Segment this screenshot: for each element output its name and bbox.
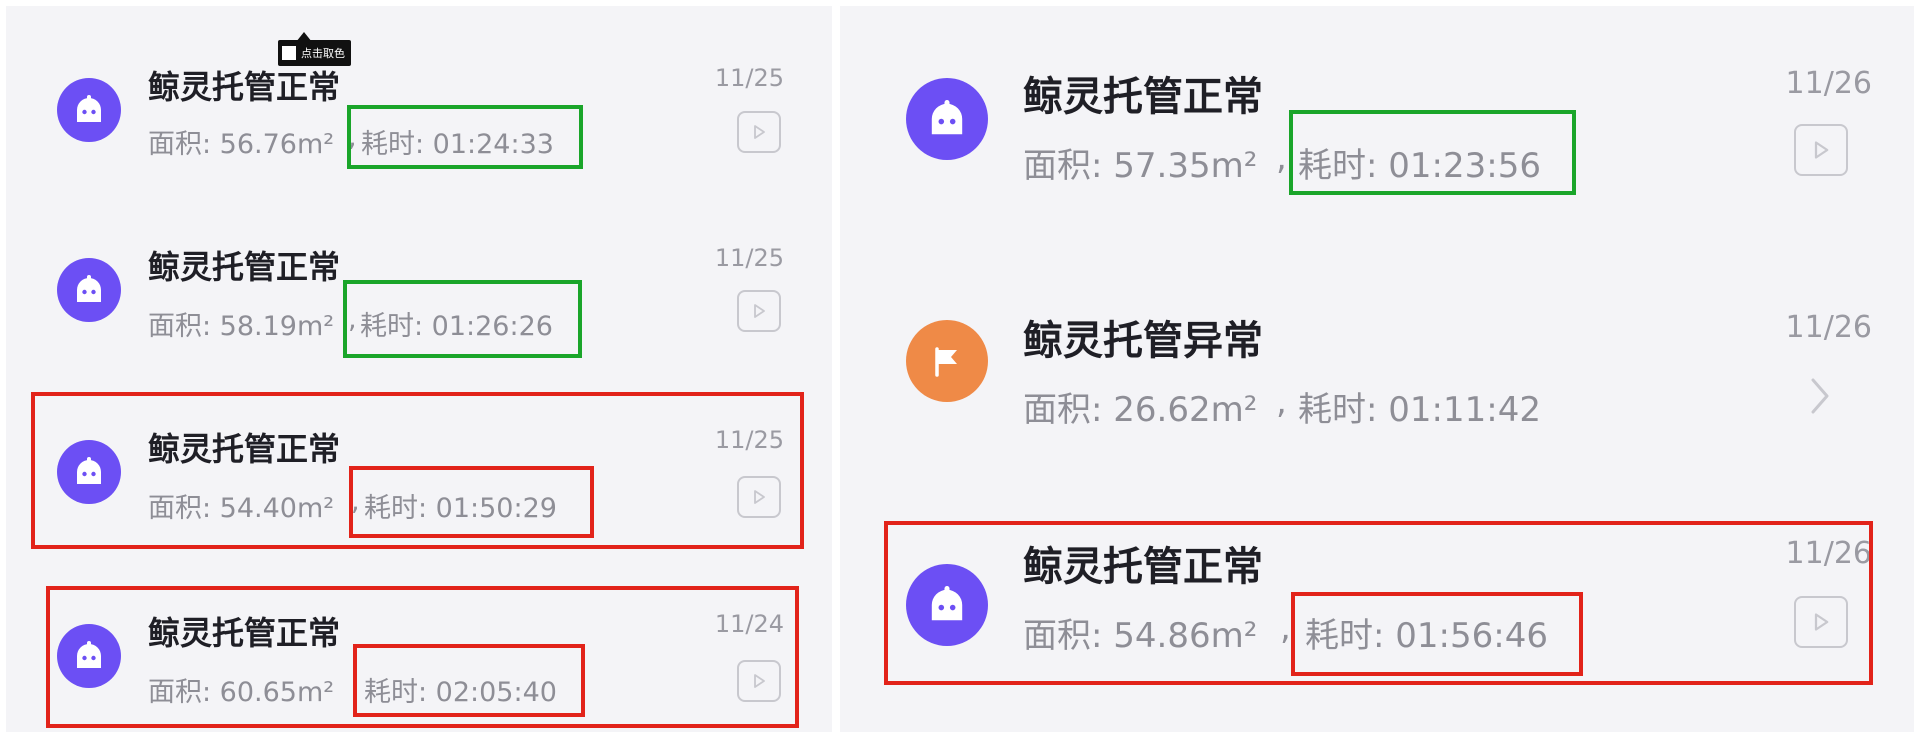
play-icon (754, 125, 765, 139)
record-area: 面积: 54.40m² (148, 493, 335, 524)
play-button[interactable] (737, 111, 781, 153)
record-item[interactable]: 鲸灵托管正常 面积: 54.40m² , 耗时: 01:50:29 11/25 (6, 400, 832, 550)
record-date: 11/26 (1785, 310, 1872, 345)
play-button[interactable] (1794, 124, 1848, 176)
robot-icon (906, 78, 988, 160)
play-icon (1814, 613, 1829, 631)
play-icon (754, 674, 765, 688)
record-title: 鲸灵托管异常 (1023, 318, 1263, 364)
flag-icon (906, 320, 988, 402)
play-button[interactable] (1794, 596, 1848, 648)
record-area: 面积: 26.62m² (1023, 390, 1258, 430)
record-duration: 耗时: 01:50:29 (364, 493, 557, 524)
play-button[interactable] (737, 290, 781, 332)
record-area: 面积: 54.86m² (1023, 616, 1258, 656)
record-separator: , (351, 486, 360, 517)
record-date: 11/25 (714, 64, 784, 92)
robot-icon (57, 78, 121, 142)
play-icon (1814, 141, 1829, 159)
robot-icon (906, 564, 988, 646)
record-item[interactable]: 鲸灵托管正常 面积: 58.19m² , 耗时: 01:26:26 11/25 (6, 218, 832, 368)
record-title: 鲸灵托管正常 (1023, 544, 1263, 590)
record-title: 鲸灵托管正常 (148, 614, 341, 652)
record-duration: 耗时: 02:05:40 (364, 677, 557, 708)
record-item[interactable]: 鲸灵托管正常 面积: 57.35m² , 耗时: 01:23:56 11/26 (840, 26, 1914, 226)
play-button[interactable] (737, 476, 781, 518)
record-duration: 耗时: 01:23:56 (1298, 146, 1541, 186)
robot-icon (57, 624, 121, 688)
record-area: 面积: 57.35m² (1023, 146, 1258, 186)
record-separator: , (348, 122, 357, 153)
record-date: 11/26 (1785, 536, 1872, 571)
robot-icon (57, 258, 121, 322)
record-separator: , (1276, 382, 1287, 422)
record-duration: 耗时: 01:26:26 (360, 311, 553, 342)
record-separator: , (348, 304, 357, 335)
record-item[interactable]: 鲸灵托管正常 面积: 60.65m² , 耗时: 02:05:40 11/24 (6, 582, 832, 732)
record-title: 鲸灵托管正常 (148, 68, 341, 106)
record-item[interactable]: 鲸灵托管异常 面积: 26.62m² , 耗时: 01:11:42 11/26 (840, 270, 1914, 470)
color-swatch (282, 46, 296, 60)
record-title: 鲸灵托管正常 (148, 248, 341, 286)
play-button[interactable] (737, 660, 781, 702)
record-title: 鲸灵托管正常 (1023, 74, 1263, 120)
record-date: 11/25 (714, 426, 784, 454)
record-date: 11/24 (714, 610, 784, 638)
play-icon (754, 490, 765, 504)
record-separator: , (351, 670, 360, 701)
record-item[interactable]: 鲸灵托管正常 面积: 54.86m² , 耗时: 01:56:46 11/26 (840, 518, 1914, 718)
play-icon (754, 304, 765, 318)
record-duration: 耗时: 01:11:42 (1298, 390, 1541, 430)
record-date: 11/26 (1785, 66, 1872, 101)
right-record-list: 鲸灵托管正常 面积: 57.35m² , 耗时: 01:23:56 11/26 … (840, 6, 1914, 732)
record-area: 面积: 58.19m² (148, 311, 335, 342)
record-duration: 耗时: 01:56:46 (1305, 616, 1548, 656)
robot-icon (57, 440, 121, 504)
record-separator: , (1280, 608, 1291, 648)
record-title: 鲸灵托管正常 (148, 430, 341, 468)
tooltip-label: 点击取色 (301, 47, 345, 60)
record-separator: , (1276, 138, 1287, 178)
record-area: 面积: 60.65m² (148, 677, 335, 708)
record-duration: 耗时: 01:24:33 (361, 129, 554, 160)
record-area: 面积: 56.76m² (148, 129, 335, 160)
record-date: 11/25 (714, 244, 784, 272)
chevron-right-icon[interactable] (1804, 376, 1834, 416)
left-record-list: 鲸灵托管正常 面积: 56.76m² , 耗时: 01:24:33 11/25 … (6, 6, 832, 732)
color-picker-tooltip: 点击取色 (278, 40, 351, 66)
record-item[interactable]: 鲸灵托管正常 面积: 56.76m² , 耗时: 01:24:33 11/25 (6, 36, 832, 186)
